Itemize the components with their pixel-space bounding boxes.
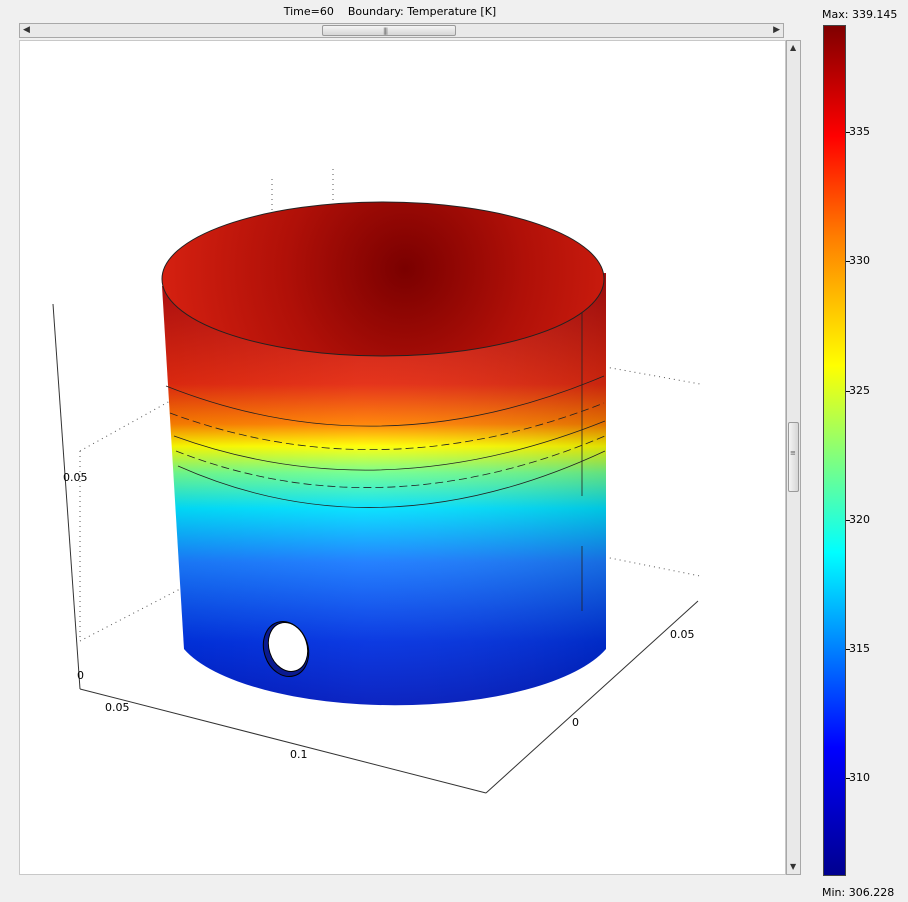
z-tick-label: 0.05 [63, 471, 88, 484]
scroll-up-arrow-icon[interactable]: ▲ [790, 43, 796, 53]
y-tick-label: 0.05 [670, 628, 695, 641]
y-tick-label: 0 [572, 716, 579, 729]
colorbar [823, 25, 846, 876]
colorbar-tick-label: 320 [849, 513, 870, 526]
colorbar-tick-label: 315 [849, 642, 870, 655]
colorbar-tick-label: 330 [849, 254, 870, 267]
vertical-scrollbar[interactable]: ▲ ≡ ▼ [786, 40, 801, 875]
piston-top-face [161, 201, 605, 357]
scroll-down-arrow-icon[interactable]: ▼ [790, 862, 796, 872]
vertical-scroll-thumb[interactable]: ≡ [788, 422, 799, 492]
scroll-left-arrow-icon[interactable]: ◀ [23, 24, 30, 37]
horizontal-scroll-thumb[interactable]: ||| [322, 25, 456, 36]
3d-plot-canvas[interactable]: 0.05 0 0.05 0.1 0 0.05 [19, 40, 786, 875]
colorbar-tick-label: 310 [849, 771, 870, 784]
grip-icon: ||| [383, 27, 388, 35]
z-tick-label: 0 [77, 669, 84, 682]
colorbar-tick-label: 335 [849, 125, 870, 138]
colorbar-max-label: Max: 339.145 [822, 8, 898, 21]
scroll-right-arrow-icon[interactable]: ▶ [773, 24, 780, 37]
x-tick-label: 0.05 [105, 701, 130, 714]
grip-icon: ≡ [790, 449, 796, 457]
horizontal-scrollbar[interactable]: ◀ ||| ▶ [19, 23, 784, 38]
plot-title: Time=60 Boundary: Temperature [K] [283, 5, 497, 18]
colorbar-min-label: Min: 306.228 [822, 886, 895, 899]
piston-render: 0.05 0 0.05 0.1 0 0.05 [52, 169, 701, 794]
colorbar-tick-label: 325 [849, 384, 870, 397]
x-tick-label: 0.1 [290, 748, 308, 761]
